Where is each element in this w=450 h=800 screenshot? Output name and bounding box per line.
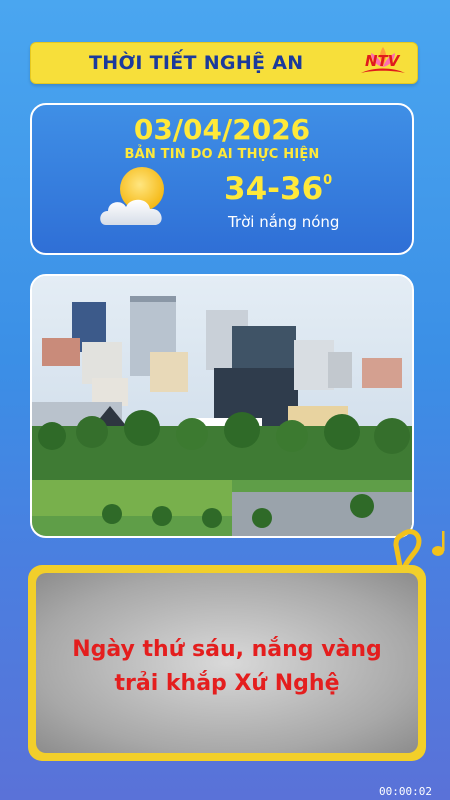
message-panel: Ngày thứ sáu, nắng vàng trải khắp Xứ Ngh… (36, 573, 418, 753)
message-box: Ngày thứ sáu, nắng vàng trải khắp Xứ Ngh… (28, 565, 426, 761)
message-line-2: trải khắp Xứ Nghệ (114, 671, 340, 696)
city-skyline-image (32, 276, 412, 536)
message-line-1: Ngày thứ sáu, nắng vàng (72, 637, 382, 662)
ntv-logo: NTV (353, 43, 413, 83)
message-text: Ngày thứ sáu, nắng vàng trải khắp Xứ Ngh… (36, 633, 418, 701)
title-banner: THỜI TIẾT NGHỆ AN NTV (30, 42, 418, 84)
video-timecode: 00:00:02 (379, 785, 432, 798)
sun-behind-cloud-icon (100, 167, 164, 225)
forecast-date: 03/04/2026 (133, 113, 311, 146)
page-title: THỜI TIẾT NGHỆ AN (89, 52, 304, 74)
city-photo (30, 274, 414, 538)
degree-symbol: 0 (323, 172, 333, 188)
weather-card: 03/04/2026 BẢN TIN DO AI THỰC HIỆN 34-36… (30, 103, 414, 255)
logo-text: NTV (365, 52, 400, 70)
temperature: 34-360 (224, 171, 332, 207)
temperature-value: 34-36 (224, 171, 324, 207)
forecast-subtitle: BẢN TIN DO AI THỰC HIỆN (124, 147, 320, 162)
weather-condition: Trời nắng nóng (228, 213, 340, 231)
